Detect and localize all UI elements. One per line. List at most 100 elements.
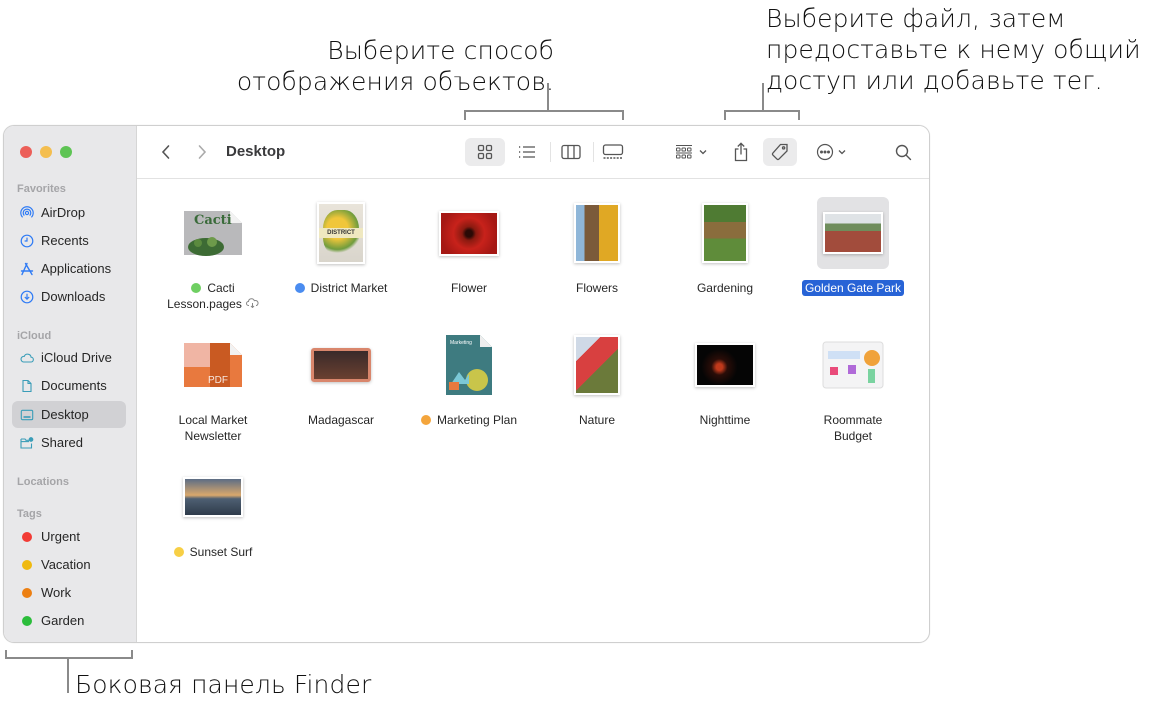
tag-color-dot [22,559,32,570]
window-title: Desktop [226,143,286,160]
sidebar-section-tags[interactable]: Tags [17,508,42,520]
chevron-left-icon [161,145,170,159]
sidebar-tag-urgent[interactable]: Urgent [12,523,126,550]
thumbnail-image [183,477,243,517]
file-name-line: Cacti [207,281,235,295]
file-item-nighttime[interactable]: Nighttime [661,329,789,428]
back-button[interactable] [155,138,177,166]
file-item-marketing-plan[interactable]: Marketing Marketing Plan [405,329,533,428]
file-name: Sunset Surf [149,544,277,560]
file-item-flower[interactable]: Flower [405,197,533,296]
sidebar-item-airdrop[interactable]: AirDrop [12,199,126,226]
sidebar-item-label: Applications [41,261,112,276]
file-item-district-market[interactable]: DISTRICT District Market [277,197,405,296]
sidebar-item-label: AirDrop [41,205,86,220]
file-name-line-wrap: Lesson.pages [149,296,277,312]
gallery-view-button[interactable] [595,138,631,166]
tag-button[interactable] [763,138,797,166]
tag-color-dot [22,615,32,626]
sidebar-item-label: Urgent [41,529,81,544]
sidebar-item-shared[interactable]: Shared [12,429,126,456]
sidebar-item-label: iCloud Drive [41,350,112,365]
cloud-download-icon[interactable] [245,296,259,312]
file-thumbnail [689,197,761,269]
file-item-golden-gate-park[interactable]: Golden Gate Park [789,197,917,296]
file-item-flowers[interactable]: Flowers [533,197,661,296]
file-item-sunset-surf[interactable]: Sunset Surf [149,461,277,560]
file-thumbnail [689,329,761,401]
share-icon [734,142,748,162]
finder-window: Favorites AirDrop Recents Applications D… [3,125,930,643]
toolbar-separator [593,142,594,162]
file-item-gardening[interactable]: Gardening [661,197,789,296]
ellipsis-circle-icon [816,143,834,161]
zoom-button[interactable] [60,146,72,158]
share-button[interactable] [727,138,755,166]
file-thumbnail [177,461,249,533]
sidebar-item-downloads[interactable]: Downloads [12,283,126,310]
file-name-selected: Golden Gate Park [801,280,905,296]
callout-bracket-share [724,110,800,120]
minimize-button[interactable] [40,146,52,158]
list-view-button[interactable] [509,138,545,166]
chevron-down-icon [838,150,846,155]
file-thumbnail: Marketing [433,329,505,401]
sidebar-tag-work[interactable]: Work [12,579,126,606]
columns-icon [561,144,581,160]
forward-button[interactable] [191,138,213,166]
thumbnail-image [702,203,748,263]
file-thumbnail [305,329,377,401]
sidebar-item-label: Downloads [41,289,106,304]
callout-leader-line [67,659,69,693]
file-name-line: Nighttime [699,413,751,427]
toolbar: Desktop [137,126,929,179]
thumbnail-image: DISTRICT [317,202,365,264]
svg-text:PDF: PDF [208,375,228,386]
sidebar-item-label: Recents [41,233,89,248]
applications-icon [20,262,34,276]
download-icon [20,290,34,304]
file-thumbnail [561,329,633,401]
sidebar-item-applications[interactable]: Applications [12,255,126,282]
file-name-line: Budget [833,429,873,443]
file-name-line: Gardening [696,281,754,295]
sidebar-item-documents[interactable]: Documents [12,372,126,399]
thumbnail-image [311,348,371,382]
file-name: District Market [277,280,405,296]
file-item-local-market-newsletter[interactable]: PDF Local Market Newsletter [149,329,277,444]
more-actions-button[interactable] [811,138,851,166]
file-thumbnail [817,197,889,269]
sidebar-item-label: Garden [41,613,85,628]
sidebar-item-desktop[interactable]: Desktop [12,401,126,428]
file-name-line: Lesson.pages [167,297,242,311]
file-name-line: Flowers [575,281,618,295]
callout-line: предоставьте к нему общий [766,35,1141,64]
sidebar-tag-garden[interactable]: Garden [12,607,126,634]
cloud-icon [20,351,34,365]
file-item-madagascar[interactable]: Madagascar [277,329,405,428]
group-by-button[interactable] [670,138,712,166]
file-name-line: Local Market [178,413,248,427]
sidebar-section-locations[interactable]: Locations [17,476,69,488]
search-button[interactable] [891,138,915,166]
file-item-cacti-lesson[interactable]: Cacti Cacti Lesson.pages [149,197,277,312]
file-name-line: Madagascar [307,413,375,427]
callout-bracket-view [464,110,624,120]
file-item-roommate-budget[interactable]: Roommate Budget [789,329,917,444]
sidebar-item-icloud-drive[interactable]: iCloud Drive [12,344,126,371]
callout-share-tag: Выберите файл, затем предоставьте к нему… [766,3,1162,96]
icon-view-button[interactable] [465,138,505,166]
file-name: Nighttime [661,412,789,428]
window-controls [20,146,72,158]
sidebar-item-recents[interactable]: Recents [12,227,126,254]
callout-line: Боковая панель Finder [75,670,372,699]
file-name: Local Market Newsletter [149,412,277,444]
file-item-nature[interactable]: Nature [533,329,661,428]
sidebar-tag-vacation[interactable]: Vacation [12,551,126,578]
tag-color-dot [22,531,32,542]
callout-line: доступ или добавьте тег. [766,66,1103,95]
column-view-button[interactable] [553,138,589,166]
close-button[interactable] [20,146,32,158]
chevron-right-icon [198,145,207,159]
file-thumbnail: DISTRICT [305,197,377,269]
